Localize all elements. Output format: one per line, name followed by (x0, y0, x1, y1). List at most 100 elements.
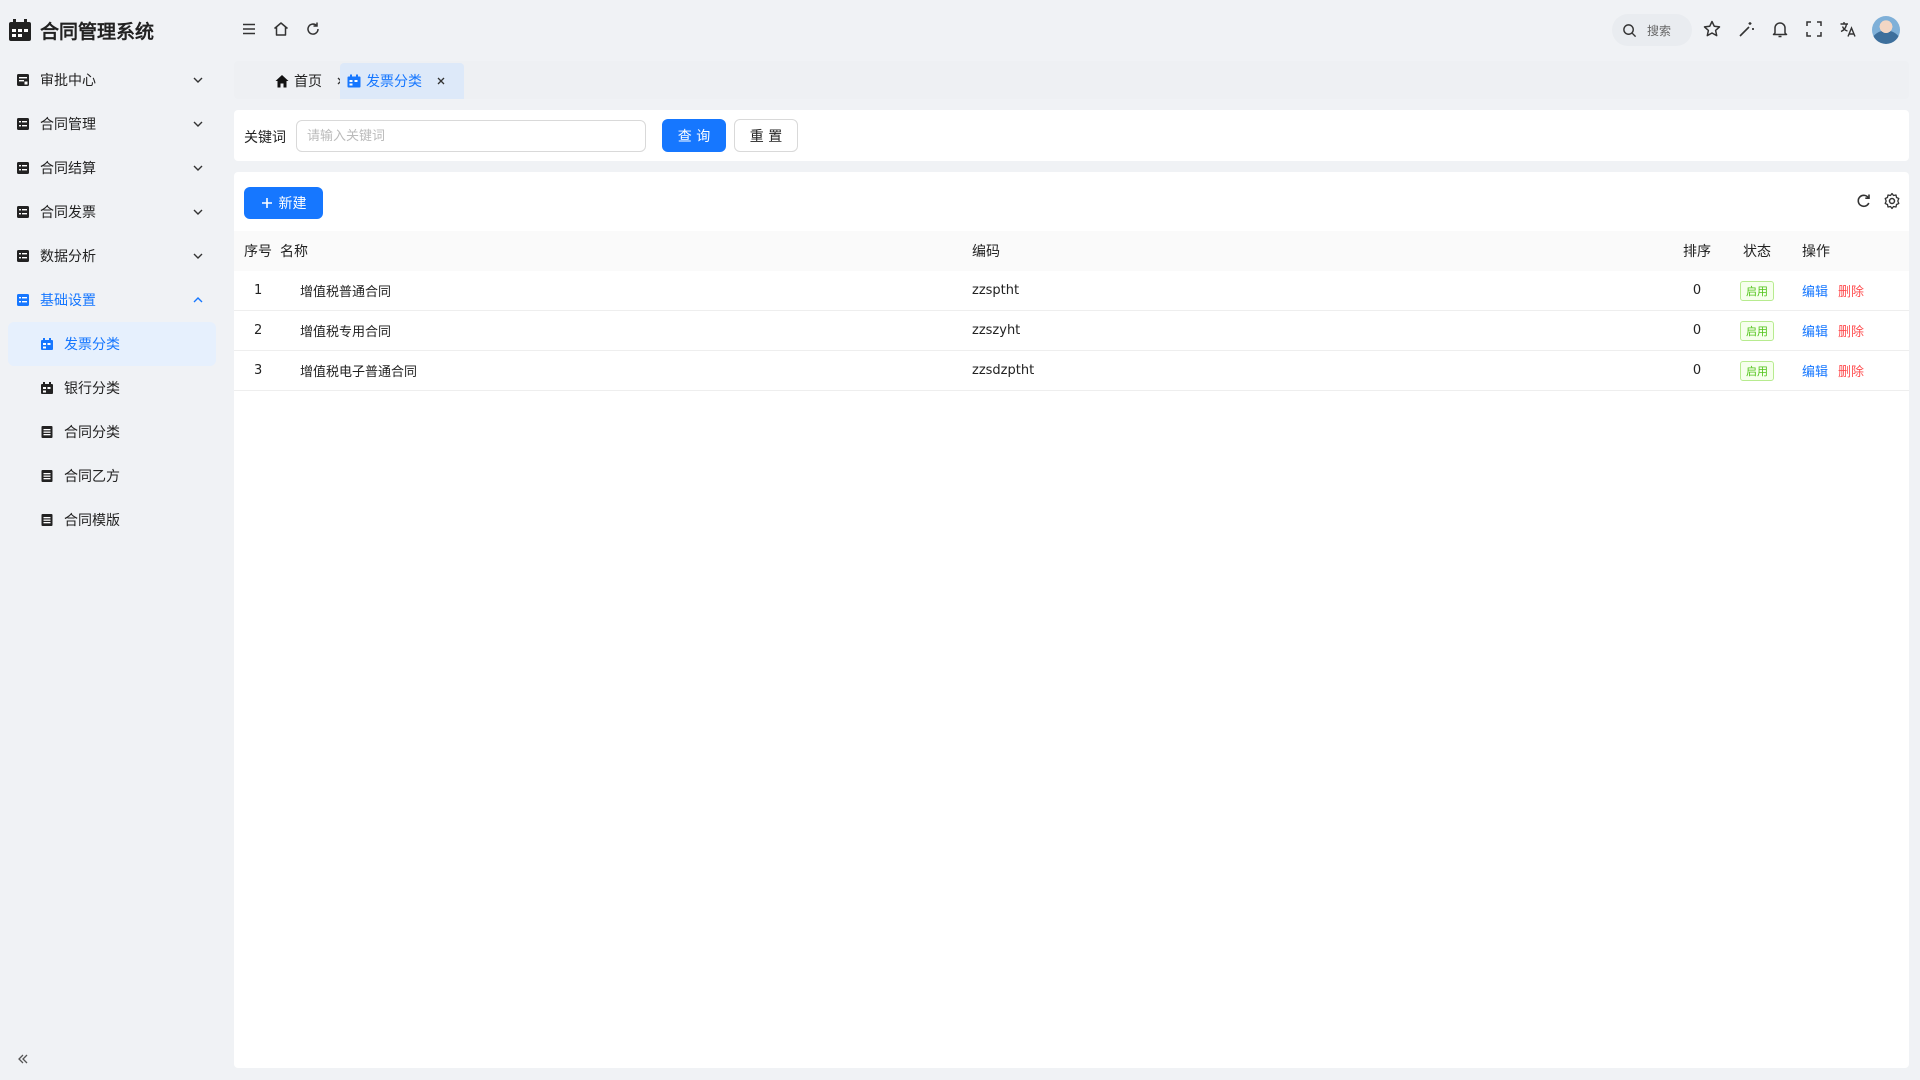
sidebar-item-basic-settings[interactable]: 基础设置 (8, 278, 216, 322)
table-tools (1855, 192, 1901, 210)
invoice-category-icon (41, 338, 53, 350)
sidebar-item-approval-center[interactable]: 审批中心 (8, 58, 216, 102)
sidebar-subitem-label: 合同乙方 (64, 469, 120, 485)
sidebar-subitem-contract-category[interactable]: 合同分类 (8, 410, 216, 454)
delete-link[interactable]: 删除 (1838, 321, 1864, 340)
sidebar-subitem-contract-template[interactable]: 合同模版 (8, 498, 216, 542)
sidebar-item-data-analysis[interactable]: 数据分析 (8, 234, 216, 278)
sidebar-subitem-bank-category[interactable]: 银行分类 (8, 366, 216, 410)
sidebar-subitem-invoice-category[interactable]: 发票分类 (8, 322, 216, 366)
cell-code: zzsdzptht (972, 363, 1035, 378)
home-icon[interactable] (272, 20, 290, 38)
close-icon[interactable] (436, 76, 446, 86)
invoice-category-icon (347, 74, 361, 88)
keyword-label: 关键词 (244, 130, 286, 146)
user-avatar[interactable] (1872, 16, 1900, 44)
new-button-label: 新建 (278, 196, 307, 212)
cell-code: zzsptht (972, 283, 1020, 298)
sidebar-item-contract-invoice[interactable]: 合同发票 (8, 190, 216, 234)
query-button[interactable]: 查 询 (662, 119, 726, 152)
table-row: 3 增值税电子普通合同 zzsdzptht 0 启用 编辑 删除 (234, 351, 1909, 391)
sidebar-item-label: 数据分析 (40, 249, 96, 265)
tab-label: 发票分类 (366, 74, 422, 90)
table-card: 新建 序号 名称 编码 排序 状态 操作 1 增值税普通合同 zzsptht 0… (234, 172, 1909, 1068)
sidebar-subitem-label: 合同分类 (64, 425, 120, 441)
chevron-up-icon (193, 297, 203, 303)
sidebar-subitem-label: 银行分类 (64, 381, 120, 397)
translate-icon[interactable] (1838, 19, 1858, 39)
collapse-sidebar-icon[interactable] (16, 1052, 30, 1066)
delete-link[interactable]: 删除 (1838, 281, 1864, 300)
tabs-bar: 首页 发票分类 (234, 61, 1909, 99)
cell-code: zzszyht (972, 323, 1021, 338)
plus-icon (261, 198, 272, 208)
invoice-icon (17, 206, 29, 218)
cell-index: 1 (254, 283, 263, 298)
home-icon (275, 75, 289, 88)
sidebar-menu: 审批中心 合同管理 合同结算 合同发票 数据分析 基础设置 发票分类 银行分类 … (8, 58, 216, 542)
chevron-down-icon (193, 77, 203, 83)
new-button[interactable]: 新建 (244, 187, 323, 219)
cell-actions: 编辑 删除 (1792, 361, 1909, 380)
edit-link[interactable]: 编辑 (1802, 361, 1828, 380)
bell-icon[interactable] (1770, 19, 1790, 39)
keyword-input[interactable] (296, 120, 646, 152)
sidebar-item-label: 合同发票 (40, 205, 96, 221)
tab-invoice-category[interactable]: 发票分类 (340, 63, 464, 99)
column-header-sort: 排序 (1683, 244, 1711, 260)
settings-gear-icon[interactable] (1883, 192, 1901, 210)
cell-sort: 0 (1692, 363, 1702, 378)
invoice-category-table: 序号 名称 编码 排序 状态 操作 1 增值税普通合同 zzsptht 0 启用… (234, 231, 1909, 391)
status-badge: 启用 (1740, 360, 1774, 381)
star-icon[interactable] (1702, 19, 1722, 39)
header-left-tools (240, 20, 322, 38)
table-row: 1 增值税普通合同 zzsptht 0 启用 编辑 删除 (234, 271, 1909, 311)
reload-icon[interactable] (1855, 192, 1873, 210)
calendar-logo-icon (9, 19, 31, 41)
search-label: 搜索 (1647, 23, 1672, 38)
status-badge: 启用 (1740, 320, 1774, 341)
table-header: 序号 名称 编码 排序 状态 操作 (234, 231, 1909, 271)
document-icon (41, 426, 53, 438)
app-logo[interactable]: 合同管理系统 (8, 16, 154, 44)
chevron-down-icon (193, 165, 203, 171)
column-header-status: 状态 (1743, 244, 1771, 260)
delete-link[interactable]: 删除 (1838, 361, 1864, 380)
tab-label: 首页 (294, 74, 322, 90)
approval-icon (17, 74, 29, 86)
sidebar-item-contract-settlement[interactable]: 合同结算 (8, 146, 216, 190)
column-header-index: 序号 (244, 244, 272, 260)
header-right-tools (1702, 19, 1858, 39)
menu-toggle-icon[interactable] (240, 20, 258, 38)
cell-name: 增值税专用合同 (300, 325, 392, 340)
edit-link[interactable]: 编辑 (1802, 321, 1828, 340)
sidebar-item-label: 合同管理 (40, 117, 96, 133)
sidebar-subitem-label: 发票分类 (64, 337, 120, 353)
search-icon (1623, 23, 1637, 37)
cell-index: 3 (254, 363, 263, 378)
sidebar-item-label: 基础设置 (40, 293, 96, 309)
sidebar-item-contract-management[interactable]: 合同管理 (8, 102, 216, 146)
magic-wand-icon[interactable] (1736, 19, 1756, 39)
column-header-name: 名称 (280, 244, 308, 260)
cell-index: 2 (254, 323, 263, 338)
refresh-icon[interactable] (304, 20, 322, 38)
fullscreen-icon[interactable] (1804, 19, 1824, 39)
chevron-down-icon (193, 209, 203, 215)
status-badge: 启用 (1740, 280, 1774, 301)
sidebar: 合同管理系统 审批中心 合同管理 合同结算 合同发票 数据分析 基础设置 发票分… (0, 0, 224, 1080)
cell-name: 增值税普通合同 (300, 285, 392, 300)
sidebar-subitem-label: 合同模版 (64, 513, 120, 529)
chevron-down-icon (193, 121, 203, 127)
edit-link[interactable]: 编辑 (1802, 281, 1828, 300)
cell-status: 启用 (1722, 320, 1792, 341)
reset-button[interactable]: 重 置 (734, 119, 798, 152)
app-title: 合同管理系统 (40, 20, 155, 43)
cell-status: 启用 (1722, 280, 1792, 301)
global-search[interactable]: 搜索 (1612, 14, 1692, 46)
sidebar-item-label: 合同结算 (40, 161, 96, 177)
search-form: 关键词 查 询 重 置 (234, 110, 1909, 161)
chevron-down-icon (193, 253, 203, 259)
sidebar-subitem-contract-party-b[interactable]: 合同乙方 (8, 454, 216, 498)
document-icon (41, 470, 53, 482)
